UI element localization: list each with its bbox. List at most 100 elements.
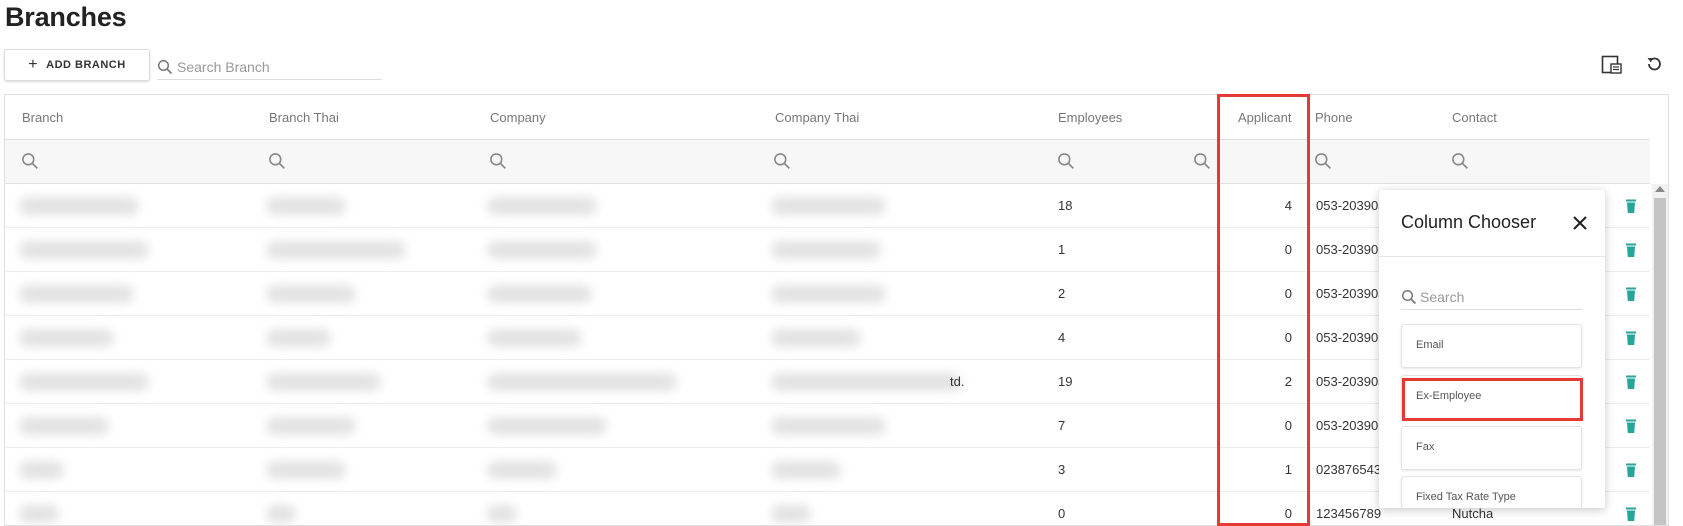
phone-cell: 053-203905 <box>1316 374 1384 389</box>
delete-icon[interactable] <box>1622 461 1640 479</box>
redacted-cell <box>487 329 582 347</box>
plus-icon: + <box>28 56 39 73</box>
applicant-cell: 0 <box>1284 506 1292 521</box>
filter-search-icon[interactable] <box>773 152 791 170</box>
applicant-cell: 0 <box>1284 330 1292 345</box>
filter-row <box>5 140 1650 184</box>
redacted-cell <box>19 461 64 479</box>
delete-icon[interactable] <box>1622 373 1640 391</box>
column-chooser-item-ex-employee[interactable]: Ex-Employee <box>1401 375 1582 419</box>
redacted-cell <box>19 285 134 303</box>
delete-icon[interactable] <box>1622 197 1640 215</box>
delete-icon[interactable] <box>1622 417 1640 435</box>
redacted-cell <box>266 285 356 303</box>
redacted-cell <box>266 241 406 259</box>
applicant-cell: 0 <box>1284 242 1292 257</box>
redacted-cell <box>487 285 592 303</box>
phone-cell: 023876543 <box>1316 462 1382 477</box>
redacted-cell <box>487 373 677 391</box>
filter-search-icon[interactable] <box>1193 152 1211 170</box>
employees-cell: 1 <box>1058 242 1066 257</box>
scroll-thumb[interactable] <box>1654 198 1666 525</box>
column-chooser-search <box>1401 284 1582 310</box>
redacted-cell <box>487 461 557 479</box>
employees-cell: 7 <box>1058 418 1066 433</box>
redacted-cell <box>487 505 517 523</box>
column-header-branch[interactable]: Branch <box>22 95 63 140</box>
branch-search-input[interactable] <box>173 58 373 75</box>
phone-cell: 053-203905 <box>1316 242 1384 257</box>
redacted-cell <box>487 417 607 435</box>
employees-cell: 4 <box>1058 330 1066 345</box>
applicant-cell: 0 <box>1284 286 1292 301</box>
redacted-cell <box>771 461 841 479</box>
column-chooser-search-input[interactable] <box>1417 288 1577 305</box>
redacted-cell <box>19 373 149 391</box>
search-icon <box>1401 289 1417 304</box>
column-header-company[interactable]: Company <box>490 95 546 140</box>
redacted-cell <box>266 197 346 215</box>
filter-search-icon[interactable] <box>1451 152 1469 170</box>
page-title: Branches <box>5 2 127 32</box>
redacted-cell <box>771 197 886 215</box>
employees-cell: 19 <box>1058 374 1073 389</box>
close-icon[interactable] <box>1569 212 1591 234</box>
redacted-cell <box>266 461 346 479</box>
vertical-scrollbar[interactable] <box>1652 184 1668 525</box>
column-chooser-panel: Column Chooser Email Ex-Employee Fax Fix… <box>1379 190 1605 508</box>
column-chooser-item-email[interactable]: Email <box>1401 324 1582 368</box>
filter-search-icon[interactable] <box>268 152 286 170</box>
phone-cell: 053-203905 <box>1316 418 1384 433</box>
employees-cell: 0 <box>1058 506 1066 521</box>
filter-search-icon[interactable] <box>1057 152 1075 170</box>
redacted-cell <box>487 241 597 259</box>
column-chooser-title: Column Chooser <box>1401 212 1537 232</box>
redacted-cell <box>487 197 597 215</box>
phone-cell: 123456789 <box>1316 506 1382 521</box>
column-header-branch-thai[interactable]: Branch Thai <box>269 95 339 140</box>
column-header-company-thai[interactable]: Company Thai <box>775 95 859 140</box>
delete-icon[interactable] <box>1622 241 1640 259</box>
add-branch-button[interactable]: + ADD BRANCH <box>4 49 150 81</box>
redacted-cell <box>266 373 381 391</box>
refresh-button[interactable] <box>1640 50 1668 78</box>
phone-cell: 053-203905 <box>1316 198 1384 213</box>
column-header-employees[interactable]: Employees <box>1058 95 1122 140</box>
refresh-icon <box>1647 57 1661 71</box>
filter-search-icon[interactable] <box>1314 152 1332 170</box>
delete-icon[interactable] <box>1622 285 1640 303</box>
add-branch-label: ADD BRANCH <box>46 59 126 71</box>
redacted-cell <box>19 329 114 347</box>
delete-icon[interactable] <box>1622 329 1640 347</box>
redacted-cell <box>19 505 59 523</box>
column-chooser-item-fax[interactable]: Fax <box>1401 426 1582 470</box>
redacted-cell <box>771 241 881 259</box>
applicant-cell: 4 <box>1284 198 1292 213</box>
redacted-cell <box>771 417 886 435</box>
scroll-up-icon[interactable] <box>1655 186 1665 192</box>
column-chooser-item-fixed-tax-rate-type[interactable]: Fixed Tax Rate Type <box>1401 476 1582 508</box>
applicant-cell: 2 <box>1284 374 1292 389</box>
redacted-cell <box>771 373 961 391</box>
branch-search <box>157 54 382 80</box>
redacted-cell <box>266 329 331 347</box>
redacted-cell <box>771 285 886 303</box>
delete-icon[interactable] <box>1622 505 1640 523</box>
redacted-cell <box>266 505 296 523</box>
column-header-applicant[interactable]: Applicant <box>1238 95 1291 140</box>
employees-cell: 3 <box>1058 462 1066 477</box>
header-row: Branch Branch Thai Company Company Thai … <box>5 95 1650 140</box>
applicant-cell: 0 <box>1284 418 1292 433</box>
redacted-cell <box>771 505 811 523</box>
column-header-phone[interactable]: Phone <box>1315 95 1353 140</box>
applicant-cell: 1 <box>1284 462 1292 477</box>
column-chooser-icon <box>1601 55 1622 74</box>
filter-search-icon[interactable] <box>489 152 507 170</box>
redacted-cell <box>19 241 149 259</box>
phone-cell: 053-203905 <box>1316 330 1384 345</box>
column-chooser-button[interactable] <box>1598 51 1626 79</box>
company-thai-cell: td. <box>950 374 965 389</box>
redacted-cell <box>19 197 139 215</box>
filter-search-icon[interactable] <box>21 152 39 170</box>
column-header-contact[interactable]: Contact <box>1452 95 1497 140</box>
